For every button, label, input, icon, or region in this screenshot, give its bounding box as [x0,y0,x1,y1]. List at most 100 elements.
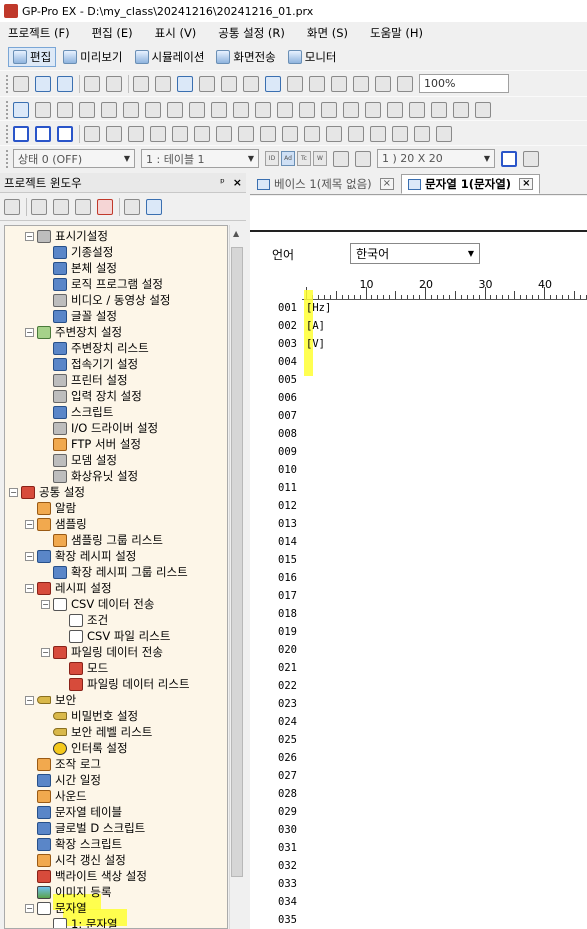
tree-item[interactable]: − 보안 [25,692,76,708]
string-entry[interactable]: [Hz] [306,302,331,314]
tree-item[interactable]: 글꼴 설정 [41,308,117,324]
project-tree[interactable]: − 표시기설정 기종설정 본체 설정 로직 프로그램 설정 비디오 / 동영상 설정 글꼴 … [4,225,228,929]
tree-item[interactable]: 본체 설정 [41,260,117,276]
close-icon[interactable]: × [233,176,242,189]
align-middle-icon[interactable] [304,125,320,142]
editor-tab[interactable]: 베이스 1(제목 없음) × [250,174,401,194]
tree-expander-icon[interactable]: − [41,599,50,609]
paste-item-icon[interactable] [75,198,91,215]
tree-item[interactable]: 비디오 / 동영상 설정 [41,292,170,308]
text-tool-icon[interactable] [35,101,51,118]
table-tool-icon[interactable] [277,101,293,118]
align-center-icon[interactable] [238,125,254,142]
send-backward-icon[interactable] [194,125,210,142]
menu-item[interactable]: 표시 (V) [155,25,197,41]
square-frame-icon[interactable] [13,125,29,142]
tree-item[interactable]: 글로벌 D 스크립트 [25,820,145,836]
toolbar-grip[interactable] [6,149,9,168]
tree-item[interactable]: 사운드 [25,788,87,804]
arc-tool-icon[interactable] [189,101,205,118]
tc-button[interactable]: Tc [297,151,311,166]
scrollbar-thumb[interactable] [231,247,243,877]
tree-item[interactable]: 프린터 설정 [41,372,128,388]
data-display-tool-icon[interactable] [255,101,271,118]
window-tool-icon[interactable] [343,101,359,118]
tree-item[interactable]: 주변장치 리스트 [41,340,149,356]
meter-tool-icon[interactable] [475,101,491,118]
tree-item[interactable]: 로직 프로그램 설정 [41,276,163,292]
tree-item[interactable]: 화상유닛 설정 [41,468,138,484]
mode-button[interactable]: 미리보기 [58,47,127,67]
mode-button[interactable]: 시뮬레이션 [130,47,210,67]
tree-expander-icon[interactable]: − [25,231,34,241]
undo-icon[interactable] [265,75,281,92]
tree-item[interactable]: 보안 레벨 리스트 [41,724,152,740]
state-combo[interactable]: 상태 0 (OFF) ▼ [13,149,135,168]
menu-item[interactable]: 편집 (E) [92,25,133,41]
tree-item[interactable]: 시간 일정 [25,772,101,788]
close-icon[interactable]: × [379,178,395,190]
frame-style-icon[interactable] [523,150,539,167]
delete-icon[interactable] [375,75,391,92]
polygon-tool-icon[interactable] [145,101,161,118]
tree-item[interactable]: − 문자열 [25,900,87,916]
tree-item[interactable]: 백라이트 색상 설정 [25,868,147,884]
tree-item[interactable]: − 파일링 데이터 전송 [41,644,163,660]
tree-item[interactable]: 샘플링 그룹 리스트 [41,532,163,548]
copy-item-icon[interactable] [53,198,69,215]
cut-icon[interactable] [133,75,149,92]
bring-forward-icon[interactable] [172,125,188,142]
edit-item-icon[interactable] [31,198,47,215]
menu-item[interactable]: 프로젝트 (F) [8,25,70,41]
tree-expander-icon[interactable]: − [9,487,18,497]
bring-front-icon[interactable] [128,125,144,142]
ellipse-tool-icon[interactable] [167,101,183,118]
align-left-icon[interactable] [216,125,232,142]
tree-expander-icon[interactable]: − [25,695,34,705]
tree-item[interactable]: − 표시기설정 [25,228,108,244]
tree-item[interactable]: − 레시피 설정 [25,580,112,596]
tree-item[interactable]: I/O 드라이버 설정 [41,420,158,436]
menu-item[interactable]: 도움말 (H) [370,25,423,41]
open-icon[interactable] [35,75,51,92]
tree-item[interactable]: 입력 장치 설정 [41,388,142,404]
lamp-tool-icon[interactable] [321,101,337,118]
tree-item[interactable]: 비밀번호 설정 [41,708,138,724]
tree-item[interactable]: − 확장 레시피 설정 [25,548,136,564]
dot-tool-icon[interactable] [57,101,73,118]
tree-expander-icon[interactable]: − [25,583,34,593]
id-button[interactable]: ID [265,151,279,166]
mode-button[interactable]: 화면전송 [211,47,280,67]
tree-item[interactable]: 알람 [25,500,76,516]
square-split-icon[interactable] [57,125,73,142]
zoom-combo[interactable]: 100% [419,74,509,93]
ungroup-icon[interactable] [106,125,122,142]
tree-expander-icon[interactable]: − [25,551,34,561]
toolbar-grip[interactable] [6,100,9,119]
tree-item[interactable]: 확장 스크립트 [25,836,122,852]
cut-edit-icon[interactable] [309,75,325,92]
switch-tool-icon[interactable] [233,101,249,118]
tree-item[interactable]: − 주변장치 설정 [25,324,122,340]
scroll-up-icon[interactable]: ▲ [233,229,239,238]
tree-item[interactable]: 파일링 데이터 리스트 [57,676,190,692]
ad-button[interactable]: Ad [281,151,295,166]
select-arrow-icon[interactable] [13,101,29,118]
bar-graph-tool-icon[interactable] [431,101,447,118]
tree-expander-icon[interactable]: − [41,647,50,657]
editor-tab[interactable]: 문자열 1(문자열) × [401,174,541,194]
part-tool-icon[interactable] [299,101,315,118]
tree-item[interactable]: − CSV 데이터 전송 [41,596,154,612]
size-match-icon[interactable] [370,125,386,142]
tree-item[interactable]: 기종설정 [41,244,113,260]
new-item-icon[interactable] [4,198,20,215]
error-check-icon[interactable] [397,75,413,92]
tree-item[interactable]: − 샘플링 [25,516,87,532]
menu-item[interactable]: 화면 (S) [307,25,348,41]
print-icon[interactable] [84,75,100,92]
size-combo[interactable]: 1 ) 20 X 20 ▼ [377,149,495,168]
screen-save-icon[interactable] [199,75,215,92]
close-screen-icon[interactable] [243,75,259,92]
tree-item[interactable]: 조작 로그 [25,756,101,772]
tree-item[interactable]: 시각 갱신 설정 [25,852,126,868]
